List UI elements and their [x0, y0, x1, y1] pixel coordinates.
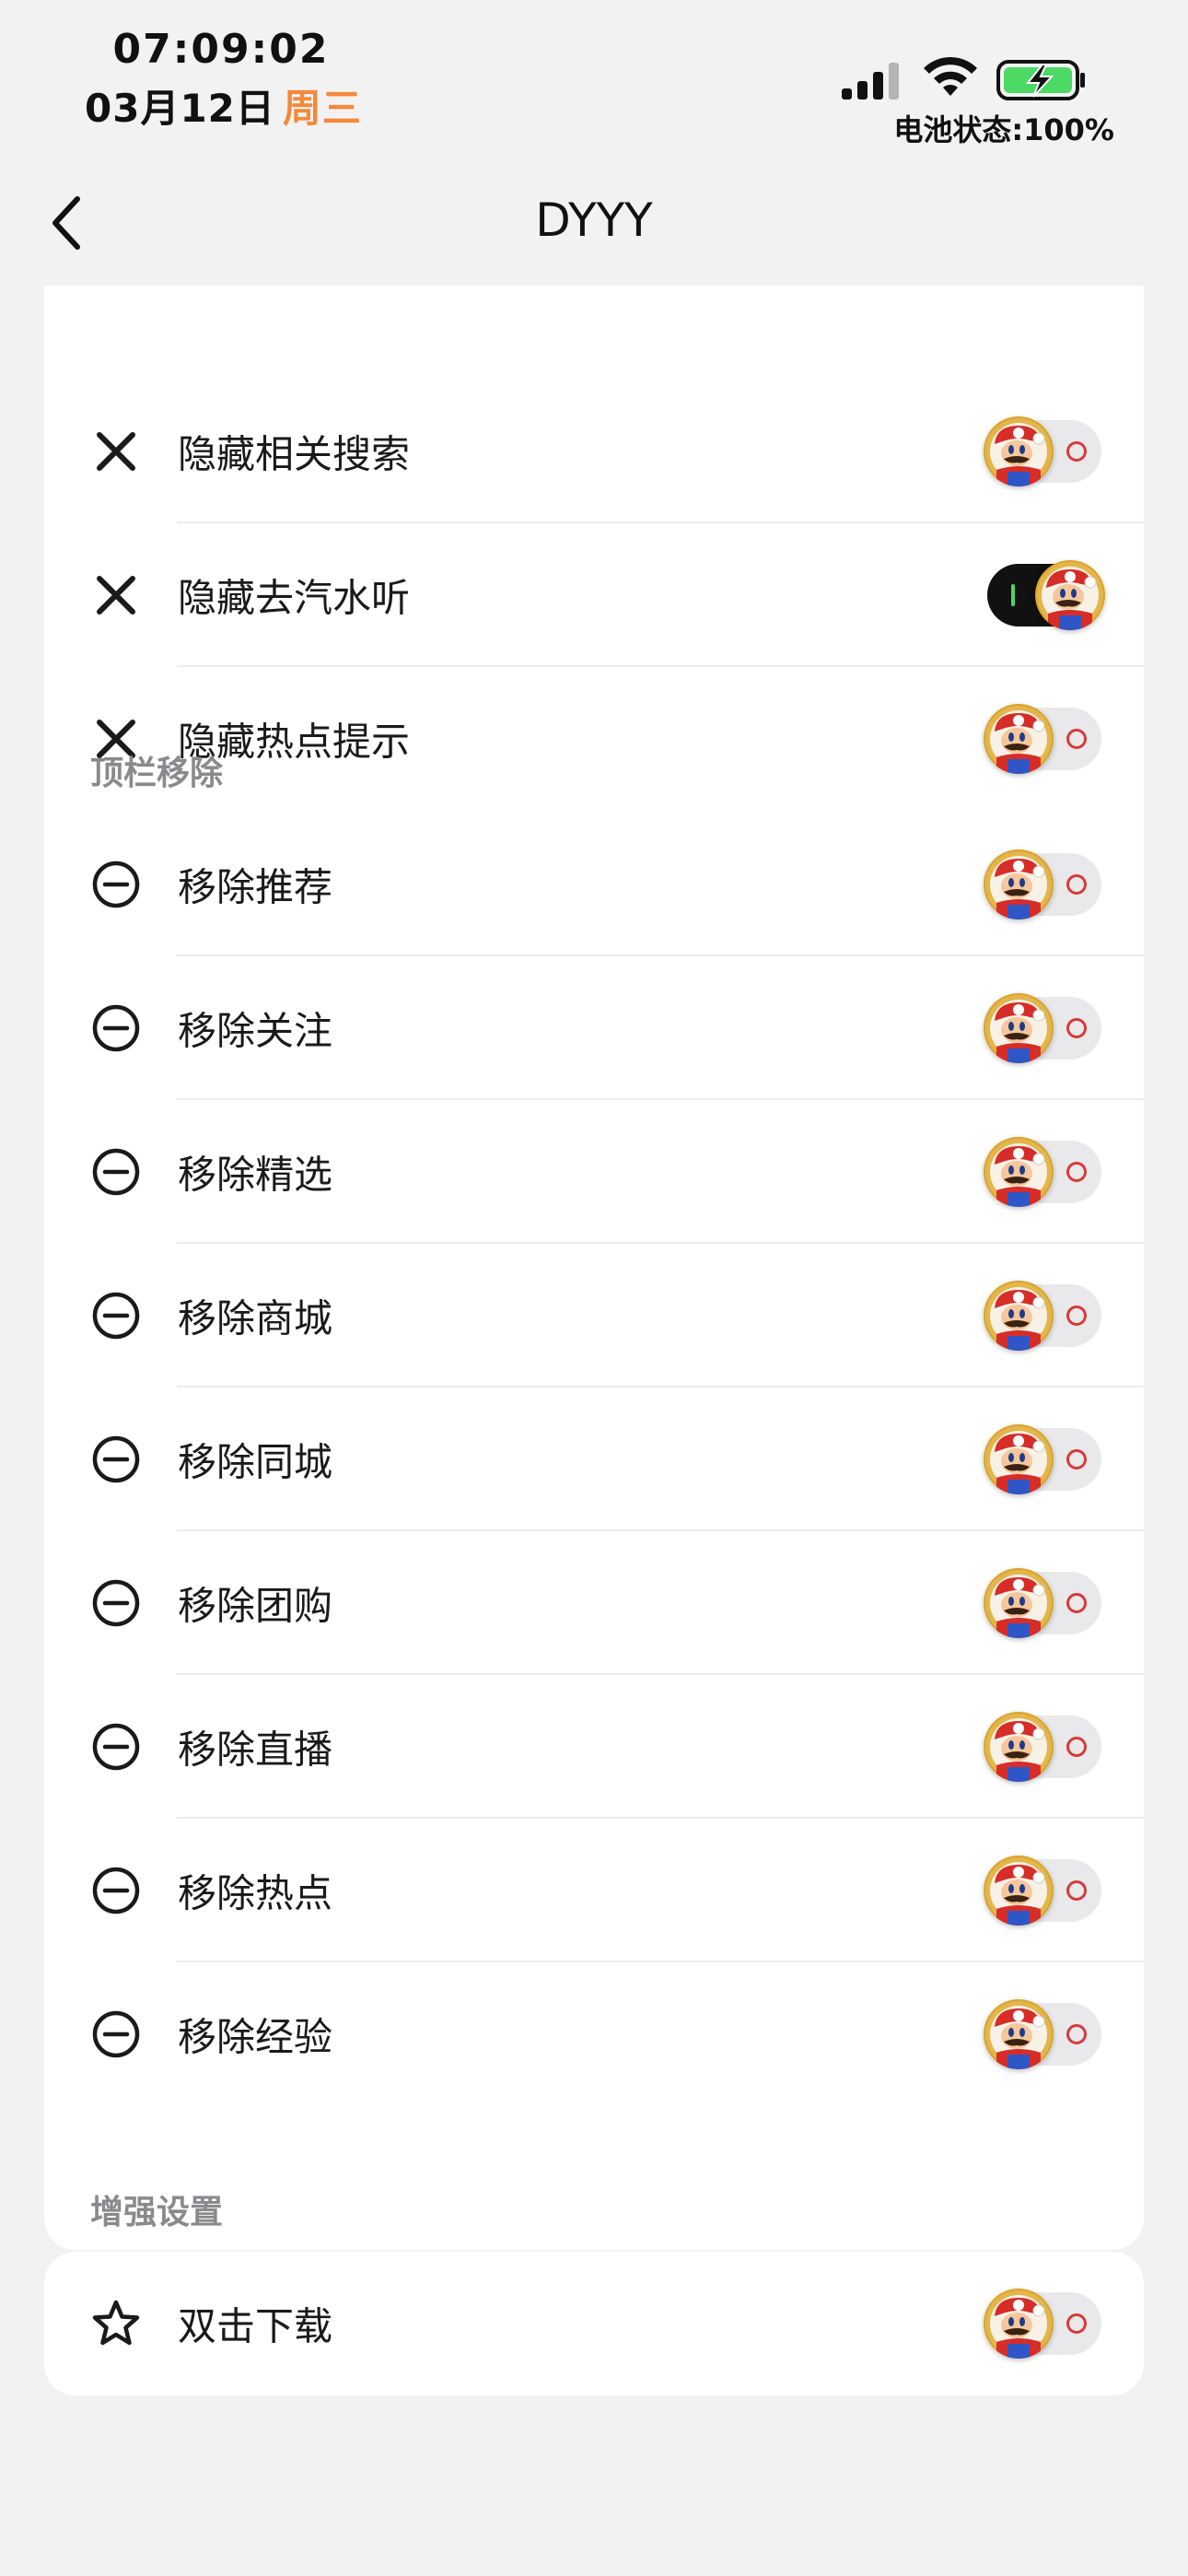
- settings-row-label: 移除商城: [178, 1295, 333, 1341]
- toggle-off-indicator: [1066, 729, 1087, 749]
- settings-row-label: 移除团购: [178, 1583, 333, 1629]
- minus-circle-icon: [90, 859, 142, 910]
- page-title: DYYY: [535, 193, 653, 247]
- toggle-off-indicator: [1066, 441, 1087, 462]
- toggle-off-indicator: [1066, 874, 1087, 895]
- minus-circle-icon: [90, 1721, 142, 1773]
- enhance-toggle-1[interactable]: [984, 2289, 1101, 2359]
- hide-row-1[interactable]: 隐藏相关搜索: [44, 380, 1144, 523]
- toggle-off-indicator: [1066, 1162, 1087, 1182]
- topbar-row-5[interactable]: 移除同城: [44, 1388, 1144, 1531]
- weekday-text: 周三: [282, 86, 362, 131]
- settings-row-label: 移除关注: [178, 1008, 333, 1054]
- battery-charging-icon: [996, 60, 1085, 100]
- topbar-row-6[interactable]: 移除团购: [44, 1531, 1144, 1675]
- settings-row-label: 双击下载: [178, 2303, 333, 2349]
- settings-scroll-view[interactable]: 隐藏相关搜索 隐藏去汽水听 隐藏热点提示 顶栏移除 移除推荐 移除关注 移除精选…: [0, 286, 1188, 2576]
- settings-row-label: 移除推荐: [178, 864, 333, 910]
- settings-row-label: 移除热点: [178, 1870, 333, 1916]
- mario-knob-icon: [1035, 560, 1105, 630]
- toggle-on-indicator: [1011, 584, 1015, 606]
- cellular-signal-icon: [842, 63, 899, 100]
- topbar-toggle-4[interactable]: [984, 1281, 1101, 1351]
- status-time: 07:09:02: [112, 26, 330, 73]
- hide-row-2[interactable]: 隐藏去汽水听: [44, 523, 1144, 667]
- hide-toggle-1[interactable]: [984, 416, 1101, 486]
- hide-toggle-3[interactable]: [984, 704, 1101, 774]
- topbar-row-7[interactable]: 移除直播: [44, 1675, 1144, 1819]
- battery-status-text: 电池状态:100%: [893, 112, 1114, 147]
- topbar-toggle-9[interactable]: [984, 1999, 1101, 2069]
- enhance-row-1[interactable]: 双击下载: [44, 2252, 1144, 2395]
- settings-row-label: 移除同城: [178, 1439, 333, 1485]
- topbar-row-3[interactable]: 移除精选: [44, 1100, 1144, 1244]
- enhance-settings-card: 双击下载: [44, 2252, 1144, 2395]
- toggle-off-indicator: [1066, 2024, 1087, 2044]
- mario-knob-icon: [984, 993, 1054, 1063]
- mario-knob-icon: [984, 2289, 1054, 2359]
- mario-knob-icon: [984, 704, 1054, 774]
- mario-knob-icon: [984, 1424, 1054, 1494]
- mario-knob-icon: [984, 1999, 1054, 2069]
- settings-row-label: 移除经验: [178, 2014, 333, 2060]
- toggle-off-indicator: [1066, 1880, 1087, 1901]
- toggle-off-indicator: [1066, 1737, 1087, 1757]
- minus-circle-icon: [90, 1002, 142, 1054]
- mario-knob-icon: [984, 1281, 1054, 1351]
- star-icon: [90, 2298, 142, 2349]
- minus-circle-icon: [90, 1865, 142, 1916]
- topbar-toggle-8[interactable]: [984, 1856, 1101, 1926]
- status-date: 03月12日 周三: [85, 77, 362, 134]
- toggle-off-indicator: [1066, 1018, 1087, 1038]
- settings-row-label: 移除精选: [178, 1152, 333, 1198]
- topbar-row-8[interactable]: 移除热点: [44, 1819, 1144, 1962]
- minus-circle-icon: [90, 1146, 142, 1198]
- section-header-topbar: 顶栏移除: [90, 755, 224, 792]
- settings-row-label: 隐藏相关搜索: [178, 431, 411, 477]
- hide-toggle-2[interactable]: [987, 560, 1105, 630]
- toggle-off-indicator: [1066, 2313, 1087, 2334]
- mario-knob-icon: [984, 1712, 1054, 1782]
- topbar-removal-card: 移除推荐 移除关注 移除精选 移除商城 移除同城 移除团购 移除直播 移除热点 …: [44, 813, 1144, 2250]
- minus-circle-icon: [90, 2008, 142, 2060]
- topbar-toggle-6[interactable]: [984, 1568, 1101, 1638]
- topbar-toggle-1[interactable]: [984, 849, 1101, 919]
- mario-knob-icon: [984, 1137, 1054, 1207]
- topbar-row-9[interactable]: 移除经验: [44, 1962, 1144, 2106]
- topbar-toggle-2[interactable]: [984, 993, 1101, 1063]
- mario-knob-icon: [984, 1856, 1054, 1926]
- date-text: 03月12日: [85, 86, 275, 131]
- topbar-row-4[interactable]: 移除商城: [44, 1244, 1144, 1388]
- settings-row-label: 隐藏去汽水听: [178, 575, 411, 621]
- wifi-icon: [924, 56, 977, 96]
- toggle-off-indicator: [1066, 1306, 1087, 1326]
- topbar-row-2[interactable]: 移除关注: [44, 956, 1144, 1100]
- mario-knob-icon: [984, 416, 1054, 486]
- topbar-toggle-5[interactable]: [984, 1424, 1101, 1494]
- toggle-off-indicator: [1066, 1593, 1087, 1613]
- x-icon: [90, 426, 142, 477]
- minus-circle-icon: [90, 1577, 142, 1629]
- section-header-enhance: 增强设置: [90, 2194, 224, 2231]
- minus-circle-icon: [90, 1434, 142, 1485]
- toggle-off-indicator: [1066, 1449, 1087, 1469]
- mario-knob-icon: [984, 1568, 1054, 1638]
- mario-knob-icon: [984, 849, 1054, 919]
- x-icon: [90, 569, 142, 621]
- topbar-toggle-7[interactable]: [984, 1712, 1101, 1782]
- topbar-toggle-3[interactable]: [984, 1137, 1101, 1207]
- minus-circle-icon: [90, 1290, 142, 1341]
- settings-row-label: 移除直播: [178, 1727, 333, 1773]
- topbar-row-1[interactable]: 移除推荐: [44, 813, 1144, 956]
